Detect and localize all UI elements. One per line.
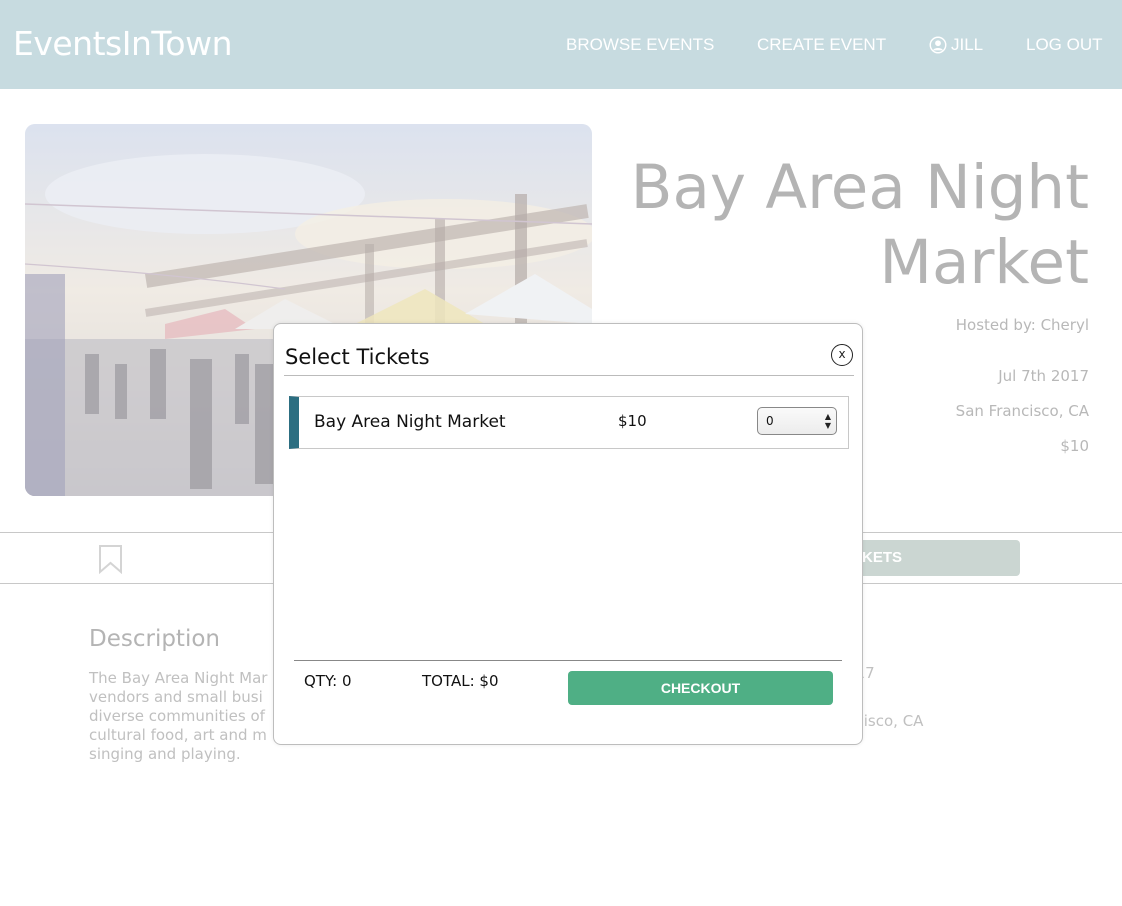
description-text: The Bay Area Night Mar vendors and small…	[89, 669, 289, 764]
modal-header-divider	[284, 375, 854, 376]
nav-browse-events[interactable]: BROWSE EVENTS	[566, 35, 714, 55]
site-logo[interactable]: EventsInTown	[13, 24, 233, 63]
description-line: diverse communities of	[89, 707, 265, 725]
description-line: cultural food, art and m	[89, 726, 267, 744]
modal-title: Select Tickets	[285, 345, 430, 369]
description-line: singing and playing.	[89, 745, 241, 763]
select-arrows-icon: ▲ ▼	[824, 412, 831, 430]
close-icon[interactable]: x	[831, 344, 853, 366]
description-heading: Description	[89, 626, 220, 652]
description-line: The Bay Area Night Mar	[89, 669, 268, 687]
event-date: Jul 7th 2017	[998, 367, 1089, 385]
select-tickets-modal: Select Tickets x Bay Area Night Market $…	[273, 323, 863, 745]
event-title-line1: Bay Area Night	[630, 152, 1089, 223]
event-location: San Francisco, CA	[955, 402, 1089, 420]
total-summary: TOTAL: $0	[422, 672, 499, 690]
nav-create-event[interactable]: CREATE EVENT	[757, 35, 886, 55]
nav-log-out[interactable]: LOG OUT	[1026, 35, 1103, 55]
ticket-name: Bay Area Night Market	[314, 412, 506, 432]
event-title: Bay Area Night Market	[569, 150, 1089, 300]
qty-summary: QTY: 0	[304, 672, 352, 690]
top-navbar: EventsInTown BROWSE EVENTS CREATE EVENT …	[0, 0, 1122, 89]
modal-footer-divider	[294, 660, 842, 661]
description-line: vendors and small busi	[89, 688, 263, 706]
checkout-button[interactable]: CHECKOUT	[568, 671, 833, 705]
ticket-quantity-select[interactable]: 0 ▲ ▼	[757, 407, 837, 435]
event-price: $10	[1060, 437, 1089, 455]
event-host: Hosted by: Cheryl	[955, 316, 1089, 334]
ticket-row: Bay Area Night Market $10 0 ▲ ▼	[289, 396, 849, 449]
ticket-quantity-value: 0	[766, 414, 774, 428]
tickets-button-label: KETS	[862, 549, 903, 566]
nav-user-profile[interactable]: JILL	[929, 35, 983, 55]
event-title-line2: Market	[879, 227, 1089, 298]
nav-user-name: JILL	[951, 35, 984, 54]
user-icon	[929, 36, 947, 54]
bookmark-icon[interactable]	[98, 544, 123, 574]
ticket-price: $10	[618, 412, 647, 430]
